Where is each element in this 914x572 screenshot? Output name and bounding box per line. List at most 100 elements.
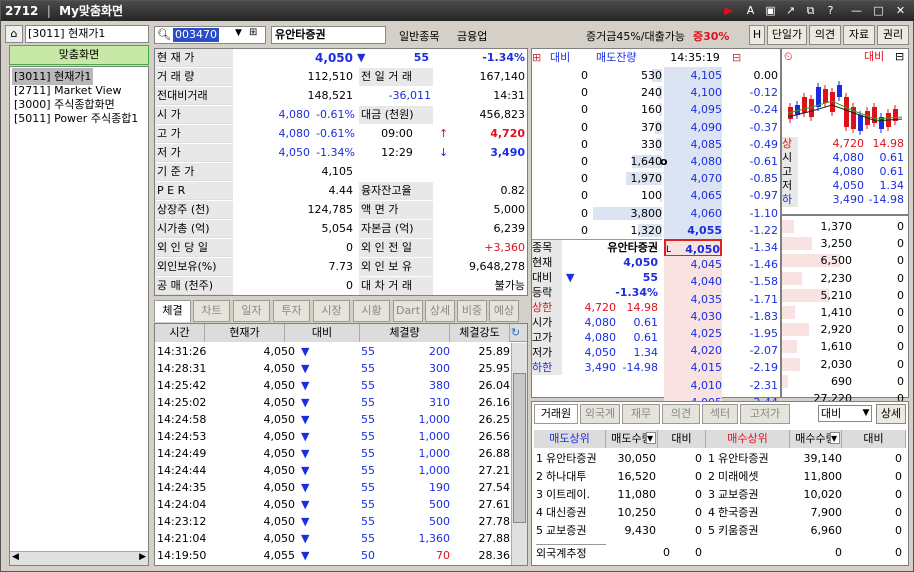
dropdown-icon[interactable]: ▼ <box>830 432 840 444</box>
dropdown-icon[interactable]: ▼ <box>860 406 872 420</box>
quote-value2: 14:31 <box>493 89 525 102</box>
side-price: 4,080 <box>832 165 865 178</box>
tab-5[interactable]: 시장 <box>313 300 350 322</box>
side-panel: 상 4,720 14.98 시 4,080 0.61 고 4,080 0.61 저 4,050 1.3… <box>781 48 909 215</box>
tab-2[interactable]: 차트 <box>193 300 230 322</box>
play-icon[interactable]: ▶ <box>721 4 736 18</box>
h-scrollbar[interactable]: ◀ ▶ <box>10 551 148 565</box>
broker-tab-6[interactable]: 고저가 <box>740 404 790 424</box>
quote-value: 5,054 <box>321 222 354 235</box>
font-icon[interactable]: A <box>743 4 758 18</box>
ask-rate: -0.61 <box>749 155 778 168</box>
quote-value2: 불가능 <box>494 279 525 292</box>
tab-9[interactable]: 비중 <box>457 300 487 322</box>
quote-label: 시가총 (억) <box>155 220 233 238</box>
collapse-icon[interactable]: ⊟ <box>732 49 748 67</box>
rank: 4 <box>536 506 543 519</box>
mini-value: -1.34% <box>615 286 658 299</box>
broker-tab-4[interactable]: 의견 <box>662 404 700 424</box>
ask-price: 4,090 <box>664 118 722 137</box>
mini-quote: 종목 유안타증권 현재 4,050 대비 55 등락 -1.34% ▼ 상한 4,720 14.98 시… <box>532 239 662 379</box>
opinion-button[interactable]: 의견 <box>809 25 841 45</box>
ask-rate: -0.97 <box>749 189 778 203</box>
ask-change: 0 <box>581 103 588 117</box>
ask-rate: -0.12 <box>749 86 778 100</box>
clock-icon[interactable]: ⏲ <box>784 49 800 65</box>
copy-icon[interactable]: ⧉ <box>803 4 818 18</box>
quote-value: 4,080 <box>278 108 311 121</box>
rank: 2 <box>536 470 543 483</box>
stock-search[interactable]: 🔍︎ 003470 ▼ ⊞ <box>154 26 266 44</box>
close-icon[interactable]: ✕ <box>893 4 908 18</box>
down-arrow-icon: ▼ <box>301 464 310 477</box>
stock-code-input[interactable]: 003470 <box>173 28 219 42</box>
quote-diff: -36,011 <box>388 89 431 102</box>
trade-strength: 25.95 <box>478 362 511 375</box>
bid-price: 4,030 <box>664 307 722 326</box>
trade-change: 55 <box>361 498 375 511</box>
side-rate: -14.98 <box>868 193 904 206</box>
quote-value2: 5,000 <box>493 203 526 216</box>
tab-10[interactable]: 예상 <box>489 300 519 322</box>
broker-tab-5[interactable]: 섹터 <box>702 404 738 424</box>
foreign-value: 0 <box>663 546 670 559</box>
minimize-icon[interactable]: — <box>849 4 864 18</box>
rank: 3 <box>536 488 543 501</box>
ask-change: 0 <box>581 189 588 203</box>
broker-tab-2[interactable]: 외국계 <box>580 404 620 424</box>
tab-6[interactable]: 시황 <box>353 300 390 322</box>
side-label: 시 <box>782 151 798 165</box>
trade-volume: 70 <box>436 549 450 562</box>
maximize-icon[interactable]: □ <box>871 4 886 18</box>
rank: 5 <box>708 524 715 537</box>
help-icon[interactable]: ? <box>823 4 838 18</box>
broker-volume: 6,960 <box>810 524 843 537</box>
mini-value: 유안타증권 <box>607 241 658 254</box>
tab-3[interactable]: 일자 <box>233 300 270 322</box>
column-header: 체결량 <box>360 324 450 342</box>
down-arrow-icon: ▼ <box>301 362 310 375</box>
expand-icon[interactable]: ⊞ <box>532 49 548 67</box>
rank: 4 <box>708 506 715 519</box>
scroll-thumb[interactable] <box>513 373 526 523</box>
ask-change: 0 <box>581 206 588 220</box>
refresh-icon[interactable]: ↻ <box>511 324 525 342</box>
search-list-icon[interactable]: ⊞ <box>249 27 257 38</box>
ask-rate: -0.49 <box>749 137 778 151</box>
dropdown-icon[interactable]: ▼ <box>235 28 242 38</box>
lock-icon[interactable]: ▣ <box>763 4 778 18</box>
dropdown-icon[interactable]: ▼ <box>646 432 656 444</box>
tab-8[interactable]: 상세 <box>425 300 455 322</box>
broker-tab-3[interactable]: 재무 <box>622 404 660 424</box>
ask-volume: 330 <box>641 137 662 151</box>
list-item[interactable]: [5011] Power 주식종합1 <box>14 110 138 127</box>
broker-tab-1[interactable]: 거래원 <box>534 404 578 424</box>
quote-label: P E R <box>155 182 233 200</box>
tab-7[interactable]: Dart <box>393 300 423 322</box>
data-button[interactable]: 자료 <box>843 25 875 45</box>
v-scrollbar[interactable] <box>511 343 527 565</box>
mini-value: 4,080 <box>584 331 617 344</box>
detail-button[interactable]: 상세 <box>876 404 906 424</box>
down-arrow-icon: ▼ <box>301 379 310 392</box>
tab-1[interactable]: 체결 <box>154 300 191 322</box>
quote-value2: +3,360 <box>484 241 525 254</box>
ask-volume: 160 <box>641 103 662 117</box>
tab-4[interactable]: 투자 <box>273 300 310 322</box>
quote-label2: 외 인 보 유 <box>359 258 433 276</box>
trade-strength: 27.88 <box>478 532 511 545</box>
home-icon[interactable]: ⌂ <box>5 25 23 43</box>
side-label: 저 <box>782 179 798 193</box>
link-icon[interactable]: ↗ <box>783 4 798 18</box>
custom-screen-button[interactable]: 맞춤화면 <box>9 45 149 65</box>
rights-button[interactable]: 권리 <box>877 25 909 45</box>
ask-change: 0 <box>581 155 588 168</box>
stock-type: 일반종목 <box>399 30 440 43</box>
quote-label2: 자본금 (억) <box>359 220 433 238</box>
screen-input[interactable]: [3011] 현재가1 <box>25 25 149 43</box>
h-button[interactable]: H <box>749 25 765 45</box>
single-price-button[interactable]: 단일가 <box>767 25 807 45</box>
trade-volume: 310 <box>429 396 450 409</box>
trade-time: 14:24:58 <box>157 413 207 426</box>
collapse-icon[interactable]: ⊟ <box>895 49 909 65</box>
